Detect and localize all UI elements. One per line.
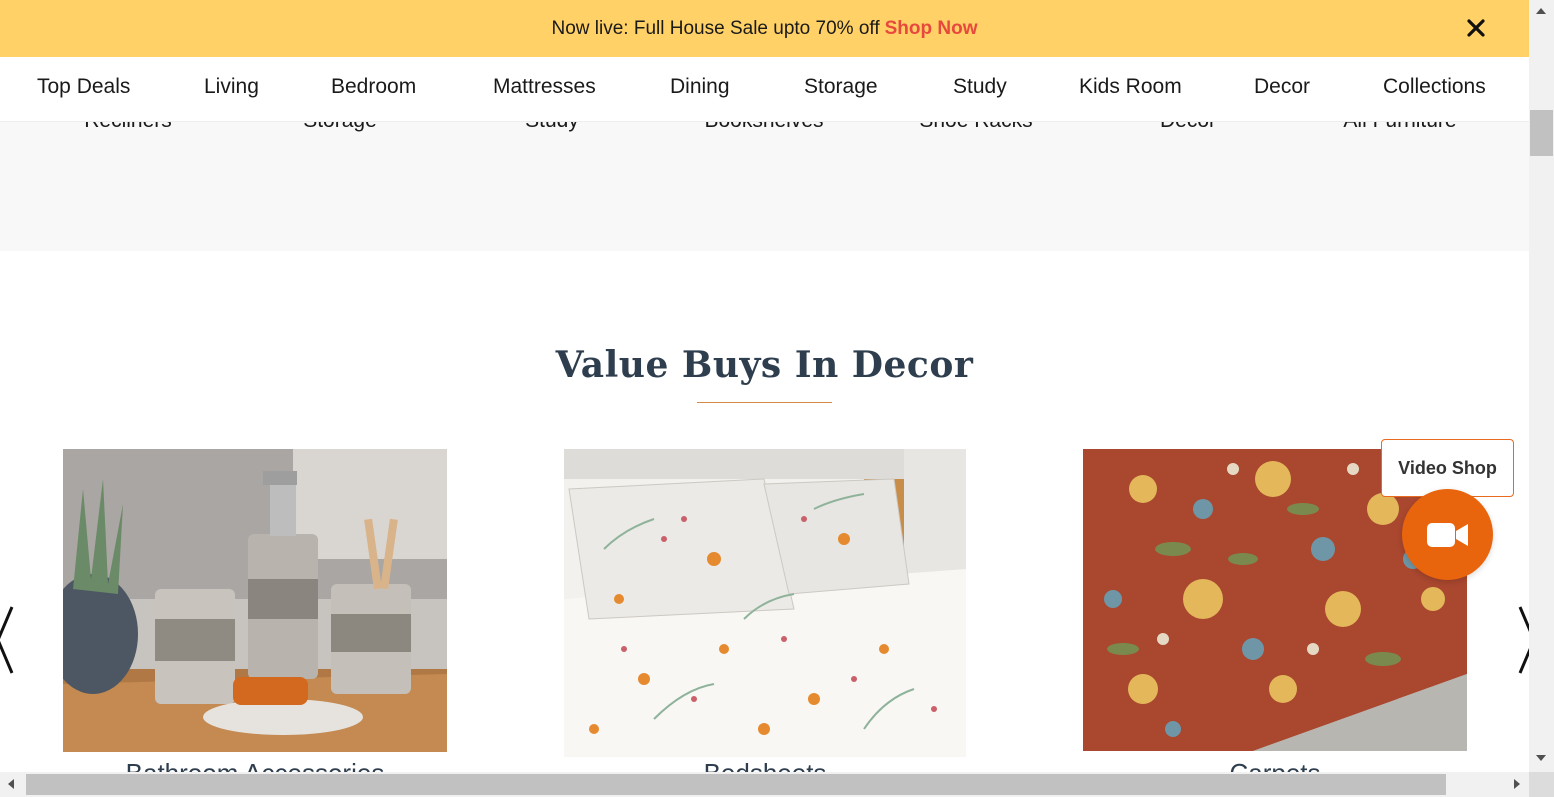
- nav-item-top-deals[interactable]: Top Deals: [37, 75, 130, 99]
- promo-banner: Now live: Full House Sale upto 70% off S…: [0, 0, 1529, 57]
- title-underline: [697, 402, 832, 403]
- video-shop-label: Video Shop: [1398, 457, 1497, 478]
- vertical-scroll-thumb[interactable]: [1530, 110, 1553, 156]
- scroll-left-icon[interactable]: [8, 779, 14, 789]
- video-camera-icon: [1426, 522, 1468, 547]
- nav-item-mattresses[interactable]: Mattresses: [493, 75, 596, 99]
- subcategory-item-study[interactable]: Study: [452, 122, 652, 133]
- vertical-scrollbar[interactable]: [1529, 0, 1554, 797]
- chevron-left-icon[interactable]: [0, 605, 16, 675]
- nav-item-decor[interactable]: Decor: [1254, 75, 1310, 99]
- shop-now-link[interactable]: Shop Now: [885, 18, 978, 40]
- bedsheet-image: [564, 449, 966, 757]
- subcategory-item-storage[interactable]: Storage: [240, 122, 440, 133]
- nav-item-kids-room[interactable]: Kids Room: [1079, 75, 1182, 99]
- section-title: Value Buys In Decor: [555, 344, 974, 386]
- scrollbar-corner: [1529, 772, 1554, 797]
- scroll-down-icon[interactable]: [1536, 755, 1546, 761]
- scroll-up-icon[interactable]: [1536, 8, 1546, 14]
- video-shop-button[interactable]: [1402, 489, 1493, 580]
- close-icon[interactable]: [1462, 14, 1490, 42]
- bathroom-accessories-image: [63, 449, 447, 752]
- nav-item-dining[interactable]: Dining: [670, 75, 730, 99]
- horizontal-scrollbar[interactable]: [0, 772, 1529, 797]
- subcategory-item-bookshelves[interactable]: Bookshelves: [664, 122, 864, 133]
- subcategory-strip: Recliners Storage Study Bookshelves Shoe…: [0, 122, 1529, 251]
- subcategory-item-all-furniture[interactable]: All Furniture: [1300, 122, 1500, 133]
- nav-item-study[interactable]: Study: [953, 75, 1007, 99]
- nav-item-storage[interactable]: Storage: [804, 75, 878, 99]
- promo-text: Now live: Full House Sale upto 70% off: [551, 17, 880, 39]
- main-nav: Top Deals Living Bedroom Mattresses Dini…: [0, 57, 1529, 122]
- nav-item-living[interactable]: Living: [204, 75, 259, 99]
- horizontal-scroll-thumb[interactable]: [26, 774, 1446, 795]
- nav-item-collections[interactable]: Collections: [1383, 75, 1486, 99]
- page: Now live: Full House Sale upto 70% off S…: [0, 0, 1554, 797]
- scroll-right-icon[interactable]: [1514, 779, 1520, 789]
- subcategory-item-shoe-racks[interactable]: Shoe Racks: [876, 122, 1076, 133]
- subcategory-item-decor[interactable]: Decor: [1088, 122, 1288, 133]
- subcategory-item-recliners[interactable]: Recliners: [28, 122, 228, 133]
- nav-item-bedroom[interactable]: Bedroom: [331, 75, 416, 99]
